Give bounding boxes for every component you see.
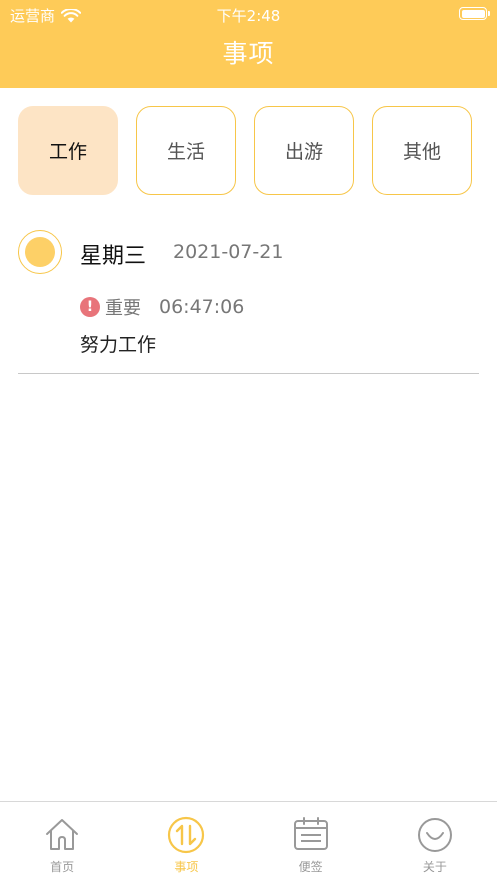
priority-label: 重要 [105,298,141,319]
category-other-button[interactable]: 其他 [372,106,472,195]
task-item[interactable]: 星期三 2021-07-21 ! 重要 06:47:06 努力工作 [18,228,479,374]
alert-icon: ! [80,297,100,317]
tab-home[interactable]: 首页 [0,802,124,883]
page-title: 事项 [222,39,275,68]
category-work-button[interactable]: 工作 [18,106,118,195]
sort-arrows-icon [168,816,205,854]
tab-notes[interactable]: 便签 [249,802,373,883]
home-icon [46,819,79,850]
task-priority: ! 重要 06:47:06 [80,294,244,320]
smile-icon [417,818,452,852]
status-bar: 运营商 下午2:48 [0,0,497,28]
tab-notes-label: 便签 [298,860,323,874]
category-selector: 工作 生活 出游 其他 [18,106,472,195]
task-weekday: 星期三 [80,244,147,269]
tab-tasks[interactable]: 事项 [124,802,248,883]
tab-about-label: 关于 [422,860,447,874]
task-status-dot [25,237,55,267]
task-date: 2021-07-21 [173,241,284,263]
category-life-button[interactable]: 生活 [136,106,236,195]
task-status-toggle[interactable] [18,230,62,274]
top-bar: 运营商 下午2:48 事项 [0,0,497,88]
tab-about[interactable]: 关于 [373,802,497,883]
category-travel-button[interactable]: 出游 [254,106,354,195]
notepad-icon [293,817,328,850]
tab-tasks-label: 事项 [174,860,199,874]
task-content: 努力工作 [80,334,157,356]
carrier-name: 运营商 [10,7,56,25]
task-time: 06:47:06 [159,296,245,318]
carrier-info: 运营商 [10,5,82,26]
tab-home-label: 首页 [50,860,75,874]
wifi-icon [61,8,82,22]
battery-icon [459,7,490,20]
tab-bar: 首页 事项 便签 关于 [0,801,497,883]
